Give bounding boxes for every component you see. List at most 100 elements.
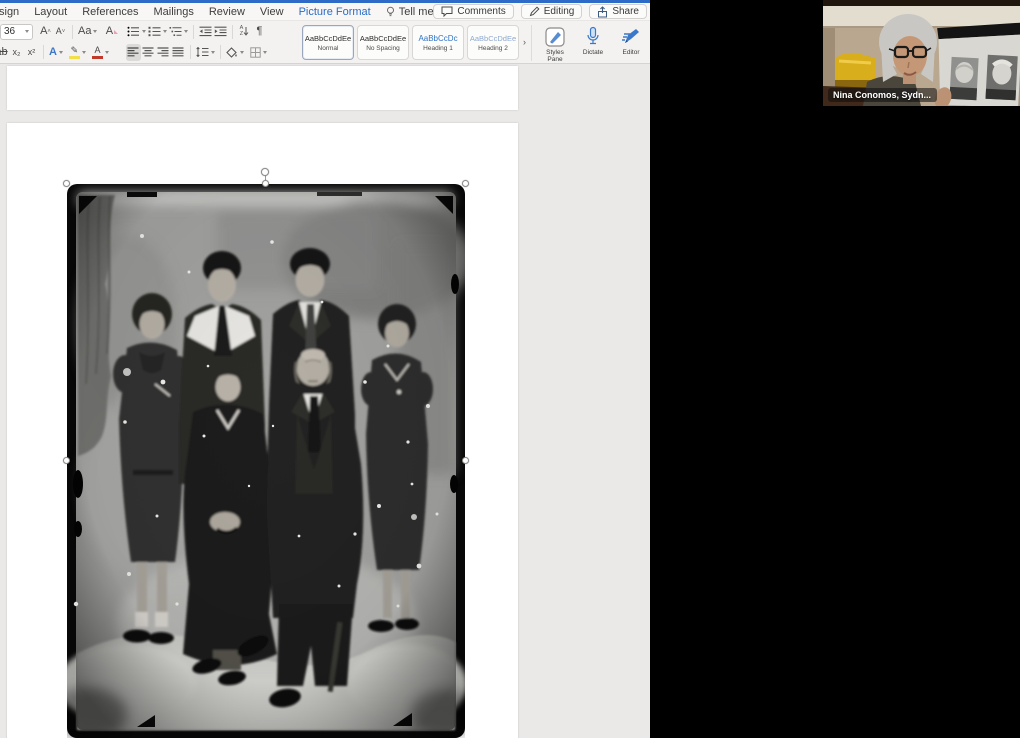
- align-center-button[interactable]: [141, 44, 156, 61]
- share-label: Share: [612, 6, 639, 17]
- style-preview: AaBbCcDdEe: [470, 34, 516, 43]
- gallery-more-button[interactable]: ›: [523, 37, 526, 47]
- style-preview: AaBbCcDdEe: [360, 34, 406, 43]
- decrease-indent-button[interactable]: [198, 23, 213, 40]
- pencil-icon: [529, 6, 540, 17]
- justify-button[interactable]: [171, 44, 186, 61]
- style-gallery: AaBbCcDdEe Normal AaBbCcDdEe No Spacing …: [302, 21, 650, 63]
- page-1[interactable]: [7, 66, 518, 110]
- rotation-handle[interactable]: [261, 168, 269, 176]
- style-chip-normal[interactable]: AaBbCcDdEe Normal: [302, 25, 354, 60]
- microphone-icon: [585, 26, 601, 48]
- chevron-down-icon: [59, 51, 63, 54]
- numbered-list-icon: [148, 26, 161, 37]
- chevron-down-icon: [105, 51, 109, 54]
- styles-pane-button[interactable]: Styles Pane: [536, 25, 574, 64]
- chevron-down-icon: [263, 51, 267, 54]
- style-preview: AaBbCcDc: [418, 34, 457, 43]
- resize-handle-top-middle[interactable]: [262, 180, 269, 187]
- tab-references[interactable]: References: [82, 6, 138, 18]
- document-canvas: [0, 64, 650, 738]
- comments-button[interactable]: Comments: [433, 4, 513, 19]
- resize-handle-middle-right[interactable]: [462, 457, 469, 464]
- change-case-button[interactable]: Aa: [77, 23, 98, 40]
- line-spacing-icon: [196, 47, 209, 57]
- highlight-button[interactable]: ✎: [68, 44, 87, 61]
- style-chip-no-spacing[interactable]: AaBbCcDdEe No Spacing: [357, 25, 409, 60]
- chevron-down-icon: [240, 51, 244, 54]
- clear-formatting-button[interactable]: A: [104, 23, 119, 40]
- bullets-button[interactable]: [126, 23, 147, 40]
- style-name: Normal: [318, 45, 339, 52]
- chevron-down-icon: [82, 51, 86, 54]
- chevron-down-icon: [163, 30, 167, 33]
- inserted-photo[interactable]: [67, 184, 465, 738]
- subscript-button[interactable]: x₂: [9, 44, 24, 61]
- desktop-background: [650, 0, 1020, 738]
- comments-label: Comments: [457, 6, 505, 17]
- style-name: Heading 2: [478, 45, 508, 52]
- outdent-icon: [199, 26, 212, 37]
- grow-font-button[interactable]: A˄: [38, 23, 53, 40]
- tab-layout[interactable]: Layout: [34, 6, 67, 18]
- style-chip-heading2[interactable]: AaBbCcDdEe Heading 2: [467, 25, 519, 60]
- style-name: No Spacing: [366, 45, 400, 52]
- video-participant-tile[interactable]: Nina Conomos, Sydn...: [823, 0, 1020, 106]
- resize-handle-middle-left[interactable]: [63, 457, 70, 464]
- borders-button[interactable]: [249, 44, 268, 61]
- menu-bar: sign Layout References Mailings Review V…: [0, 3, 650, 20]
- font-size-value: 36: [4, 26, 15, 37]
- font-color-button[interactable]: A: [91, 44, 110, 61]
- multilevel-list-icon: [169, 26, 182, 37]
- superscript-button[interactable]: x²: [24, 44, 39, 61]
- resize-handle-top-left[interactable]: [63, 180, 70, 187]
- comment-bubble-icon: [441, 6, 453, 17]
- chevron-down-icon: [184, 30, 188, 33]
- borders-grid-icon: [250, 47, 261, 58]
- editor-label: Editor: [623, 49, 640, 56]
- style-name: Heading 1: [423, 45, 453, 52]
- editor-button[interactable]: Editor: [612, 25, 650, 56]
- text-effects-button[interactable]: A: [48, 44, 64, 61]
- tab-view[interactable]: View: [260, 6, 284, 18]
- increase-indent-button[interactable]: [213, 23, 228, 40]
- screen: sign Layout References Mailings Review V…: [0, 0, 1020, 738]
- align-left-button[interactable]: [126, 44, 141, 61]
- show-paragraph-marks-button[interactable]: ¶: [252, 23, 267, 40]
- style-preview: AaBbCcDdEe: [305, 34, 351, 43]
- tab-mailings[interactable]: Mailings: [153, 6, 193, 18]
- editing-button[interactable]: Editing: [521, 4, 583, 19]
- tab-review[interactable]: Review: [209, 6, 245, 18]
- window-accent-line: [0, 0, 650, 3]
- indent-icon: [214, 26, 227, 37]
- paint-bucket-icon: [226, 47, 238, 58]
- menu-tabs: sign Layout References Mailings Review V…: [0, 6, 433, 18]
- resize-handle-top-right[interactable]: [462, 180, 469, 187]
- sort-button[interactable]: AZ: [237, 23, 252, 40]
- dictate-button[interactable]: Dictate: [574, 25, 612, 56]
- line-spacing-button[interactable]: [195, 44, 216, 61]
- font-size-input[interactable]: 36: [0, 24, 33, 40]
- multilevel-list-button[interactable]: [168, 23, 189, 40]
- chevron-down-icon: [25, 30, 29, 33]
- align-right-button[interactable]: [156, 44, 171, 61]
- strikethrough-button[interactable]: ab: [0, 44, 9, 61]
- lightbulb-icon: [386, 6, 395, 18]
- chevron-down-icon: [142, 30, 146, 33]
- bullet-list-icon: [127, 26, 140, 37]
- numbering-button[interactable]: [147, 23, 168, 40]
- chevron-down-icon: [93, 30, 97, 33]
- share-icon: [597, 6, 608, 18]
- tab-picture-format[interactable]: Picture Format: [299, 6, 371, 18]
- tab-design-partial[interactable]: sign: [0, 6, 19, 18]
- share-button[interactable]: Share: [589, 4, 647, 19]
- align-center-icon: [142, 47, 154, 57]
- ribbon: 36 A˄ A˅ Aa A ab x₂ x² A ✎: [0, 20, 650, 64]
- style-chip-heading1[interactable]: AaBbCcDc Heading 1: [412, 25, 464, 60]
- shrink-font-button[interactable]: A˅: [53, 23, 68, 40]
- styles-pane-label: Styles Pane: [546, 49, 564, 64]
- participant-name-label: Nina Conomos, Sydn...: [828, 88, 937, 102]
- editor-pen-icon: [620, 26, 642, 48]
- shading-button[interactable]: [225, 44, 245, 61]
- tab-tell-me[interactable]: Tell me: [386, 6, 434, 18]
